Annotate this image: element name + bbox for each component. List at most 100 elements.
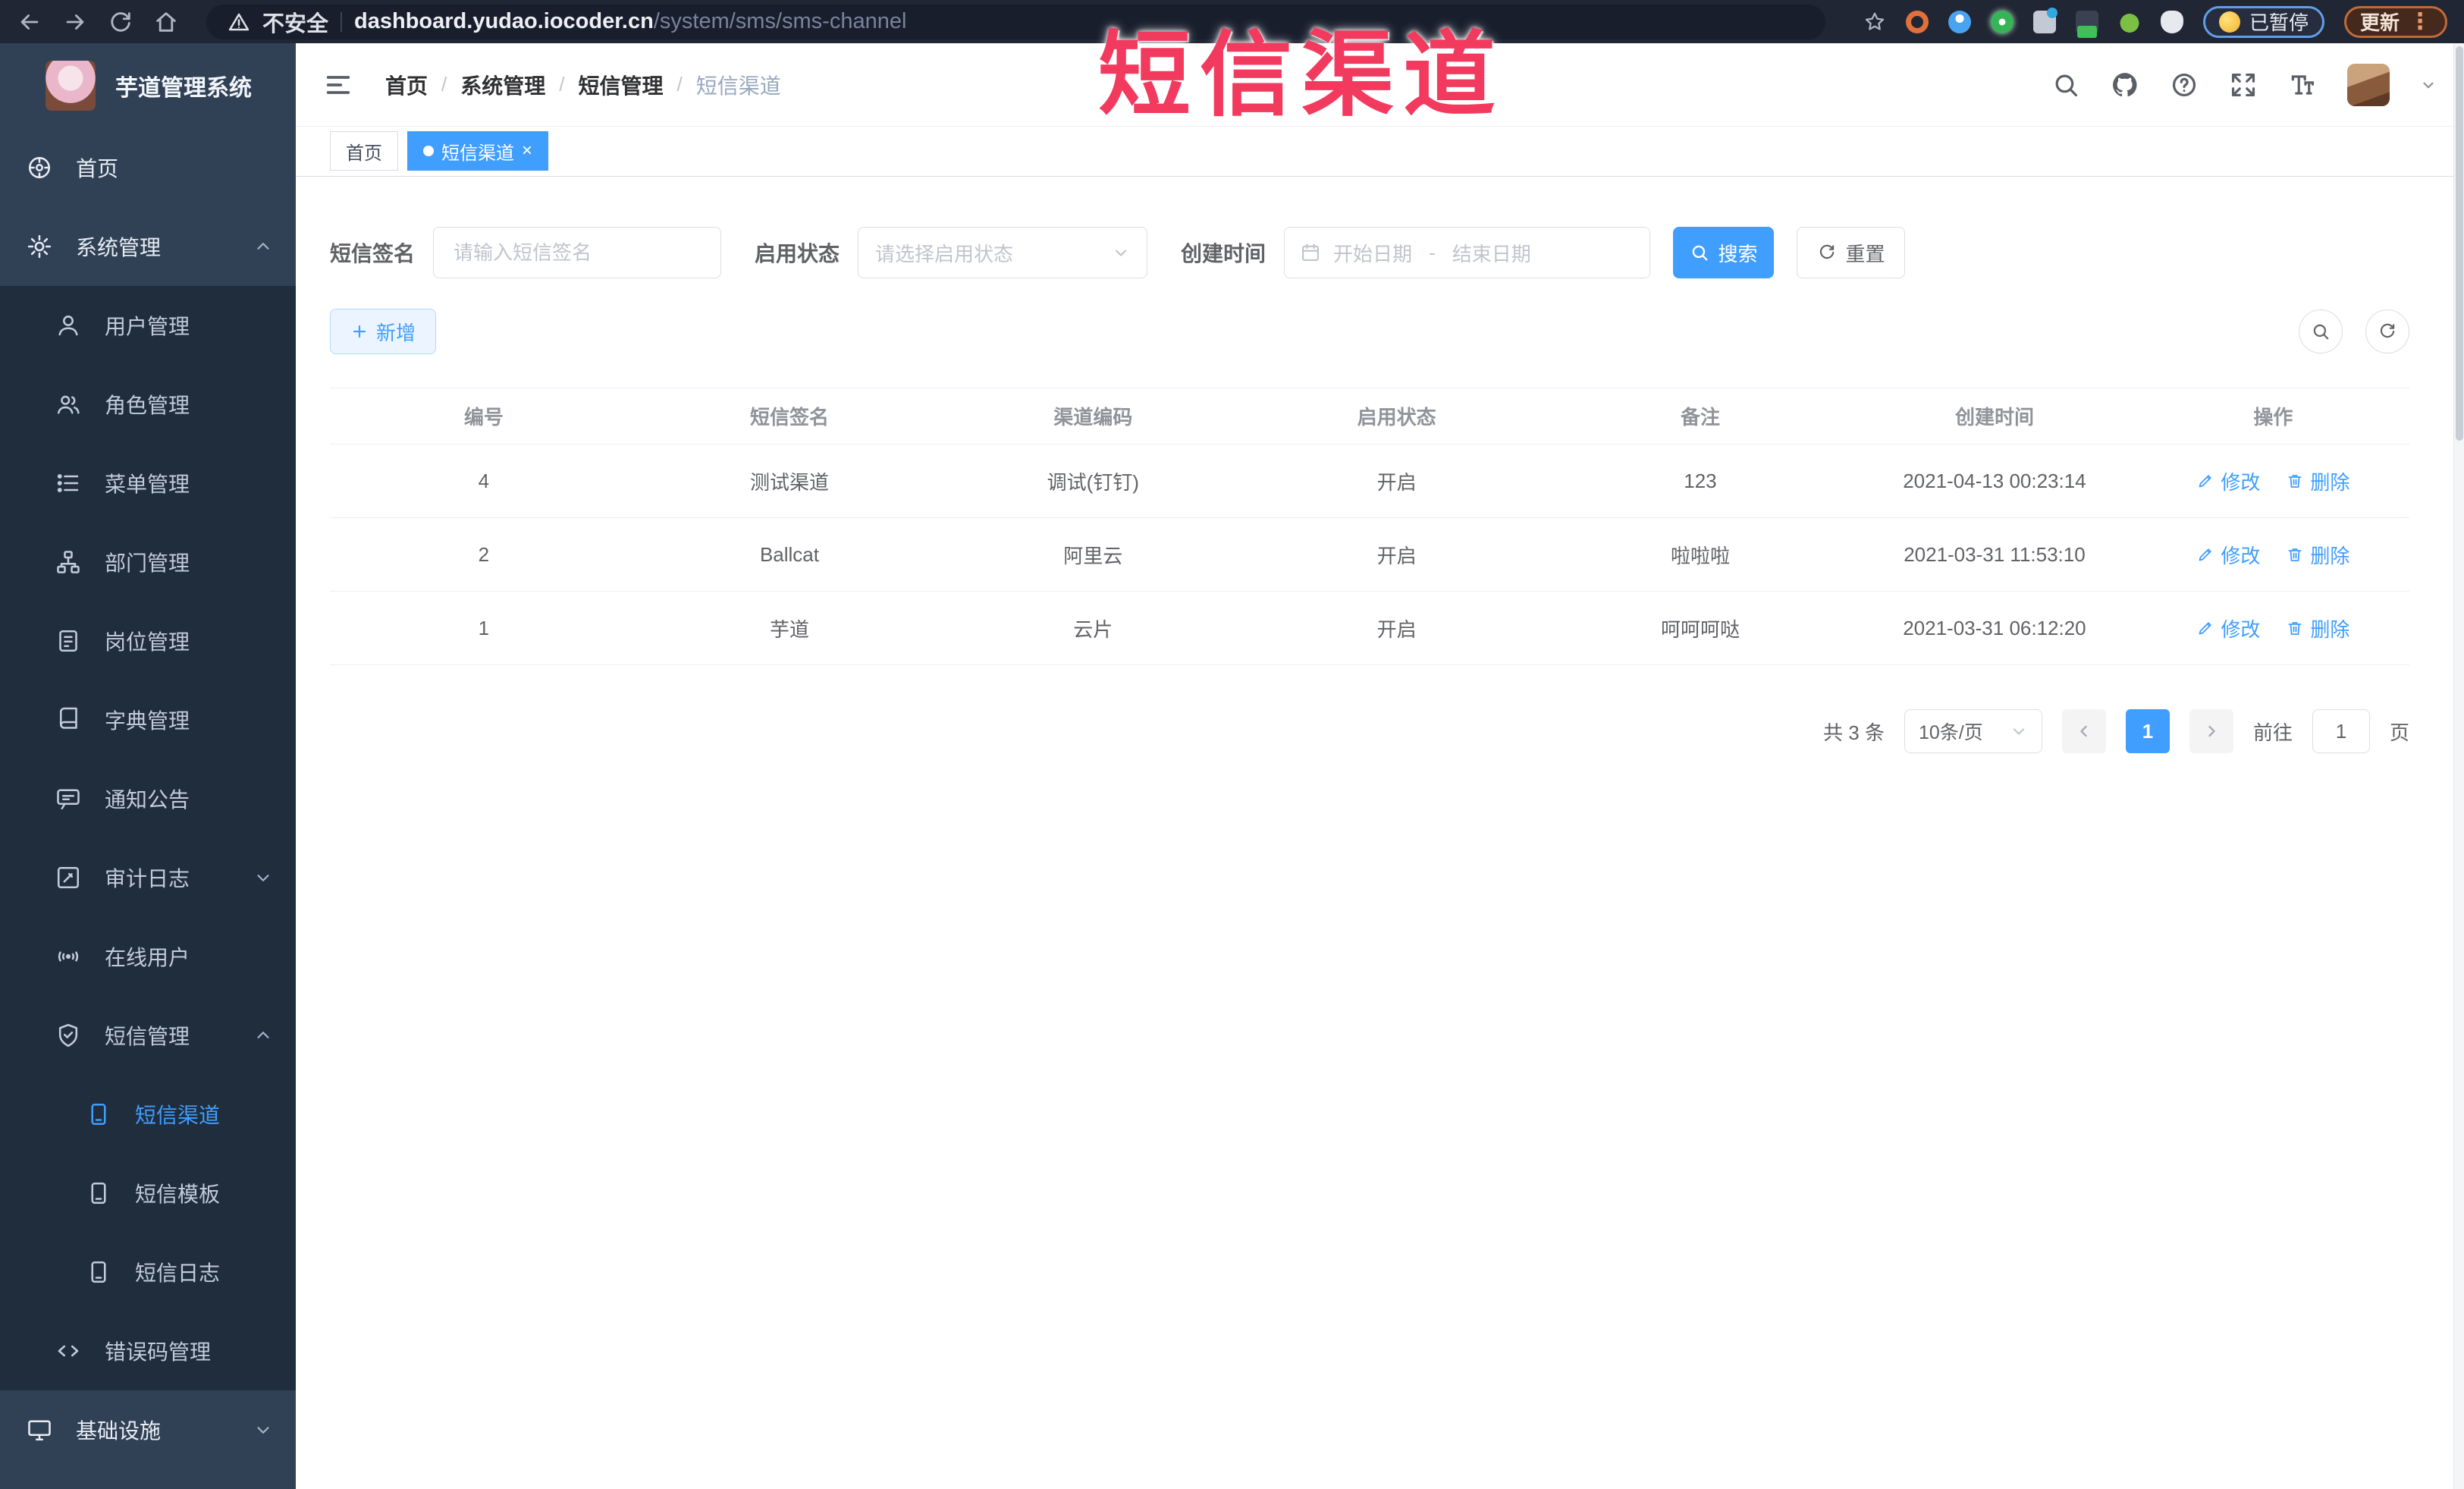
- reload-icon[interactable]: [108, 9, 133, 35]
- breadcrumb-item[interactable]: 系统管理: [460, 70, 545, 100]
- cell-remark: 啦啦啦: [1670, 544, 1730, 567]
- home-icon[interactable]: [153, 9, 179, 35]
- breadcrumb-separator: /: [676, 73, 683, 96]
- table-row[interactable]: 1 芋道 云片 开启 呵呵呵哒 2021-03-31 06:12:20 修改 删…: [330, 592, 2409, 665]
- warning-icon: [228, 13, 250, 30]
- sidebar-toggle-icon[interactable]: [323, 70, 353, 100]
- goto-page-input[interactable]: [2312, 709, 2370, 753]
- sidebar-item-audit-log[interactable]: 审计日志: [0, 838, 296, 917]
- sidebar-item-infrastructure[interactable]: 基础设施: [0, 1390, 296, 1469]
- edit-link[interactable]: 修改: [2196, 614, 2260, 642]
- browser-update-button[interactable]: 更新 ⋮: [2343, 5, 2447, 38]
- sidebar-item-label: 菜单管理: [105, 473, 190, 496]
- sidebar-item-error-code[interactable]: 错误码管理: [0, 1312, 296, 1390]
- extension-icon-green-check[interactable]: [1990, 10, 2014, 33]
- sidebar-item-system[interactable]: 系统管理: [0, 207, 296, 286]
- update-label: 更新: [2359, 11, 2400, 34]
- sidebar-item-sms-channel[interactable]: 短信渠道: [0, 1075, 296, 1154]
- sidebar-item-sms-log[interactable]: 短信日志: [0, 1233, 296, 1312]
- chevron-down-icon[interactable]: [2420, 77, 2437, 93]
- address-bar[interactable]: 不安全 dashboard.yudao.iocoder.cn/system/sm…: [206, 4, 1825, 39]
- sidebar-item-home[interactable]: 首页: [0, 128, 296, 207]
- profile-paused-badge[interactable]: 已暂停: [2202, 5, 2324, 38]
- chevron-down-icon: [1115, 250, 1127, 256]
- page-number-button[interactable]: 1: [2125, 709, 2170, 753]
- sidebar-item-departments[interactable]: 部门管理: [0, 523, 296, 602]
- doc-icon: [91, 1182, 106, 1205]
- cell-id: 4: [478, 469, 490, 492]
- search-button[interactable]: 搜索: [1673, 227, 1775, 278]
- delete-label: 删除: [2310, 544, 2350, 567]
- edit-link[interactable]: 修改: [2196, 541, 2260, 569]
- post-icon: [59, 630, 77, 652]
- help-icon[interactable]: [2170, 71, 2199, 99]
- menu-list-icon: [57, 474, 79, 492]
- sidebar-item-notice[interactable]: 通知公告: [0, 759, 296, 838]
- font-size-icon[interactable]: [2288, 71, 2317, 99]
- breadcrumb-item[interactable]: 短信管理: [579, 70, 664, 100]
- doc-icon: [91, 1103, 106, 1126]
- sidebar-item-online-users[interactable]: 在线用户: [0, 917, 296, 996]
- next-page-button[interactable]: [2189, 709, 2233, 753]
- sign-input[interactable]: [433, 227, 722, 278]
- toggle-search-button[interactable]: [2299, 309, 2343, 353]
- app-logo-row[interactable]: 芋道管理系统: [0, 43, 296, 128]
- avatar[interactable]: [2347, 63, 2390, 106]
- sidebar-item-menus[interactable]: 菜单管理: [0, 444, 296, 523]
- add-button[interactable]: 新增: [330, 309, 436, 354]
- reset-button[interactable]: 重置: [1797, 227, 1906, 278]
- sidebar-item-sms[interactable]: 短信管理: [0, 996, 296, 1075]
- tab-label: 首页: [346, 143, 382, 164]
- filter-form: 短信签名 启用状态 请选择启用状态 创建时间 开始日期 - 结束日期 搜索 重置: [330, 227, 2409, 278]
- search-icon[interactable]: [2051, 71, 2080, 99]
- delete-link[interactable]: 删除: [2286, 541, 2349, 569]
- column-header: 编号: [463, 406, 504, 429]
- tab-sms-channel[interactable]: 短信渠道 ×: [407, 131, 549, 171]
- github-icon[interactable]: [2111, 71, 2139, 99]
- extension-icon-ghost[interactable]: [2160, 10, 2183, 33]
- sidebar-item-sms-template[interactable]: 短信模板: [0, 1154, 296, 1233]
- browser-scrollbar[interactable]: [2453, 43, 2464, 1489]
- fullscreen-icon[interactable]: [2229, 71, 2258, 99]
- sidebar-item-dict[interactable]: 字典管理: [0, 680, 296, 759]
- status-select[interactable]: 请选择启用状态: [858, 227, 1148, 278]
- forward-icon[interactable]: [62, 9, 88, 35]
- sidebar-item-users[interactable]: 用户管理: [0, 286, 296, 365]
- page-size-select[interactable]: 10条/页: [1904, 709, 2042, 753]
- refresh-icon: [2380, 323, 2395, 338]
- sidebar-item-label: 短信管理: [105, 1025, 190, 1048]
- extension-icon-grid[interactable]: [2032, 7, 2058, 33]
- scrollbar-thumb[interactable]: [2456, 46, 2463, 441]
- table-row[interactable]: 2 Ballcat 阿里云 开启 啦啦啦 2021-03-31 11:53:10…: [330, 518, 2409, 592]
- refresh-table-button[interactable]: [2365, 309, 2409, 353]
- table-row[interactable]: 4 测试渠道 调试(钉钉) 开启 123 2021-04-13 00:23:14…: [330, 445, 2409, 518]
- edit-link[interactable]: 修改: [2196, 467, 2260, 495]
- security-label: 不安全: [262, 11, 329, 36]
- extension-icon-orange-ring[interactable]: [1905, 10, 1929, 33]
- close-icon[interactable]: ×: [522, 142, 532, 160]
- prev-page-button[interactable]: [2061, 709, 2106, 753]
- back-icon[interactable]: [17, 9, 42, 35]
- code-icon: [58, 1345, 79, 1357]
- time-label: 创建时间: [1181, 242, 1267, 265]
- breadcrumb-item[interactable]: 首页: [385, 70, 428, 100]
- user-icon: [58, 316, 78, 336]
- tab-home[interactable]: 首页: [330, 131, 398, 171]
- delete-link[interactable]: 删除: [2286, 467, 2349, 495]
- trash-icon: [2288, 622, 2302, 635]
- browser-menu-kebab-icon[interactable]: ⋮: [2409, 10, 2431, 33]
- delete-link[interactable]: 删除: [2286, 614, 2349, 642]
- sidebar-item-label: 错误码管理: [105, 1340, 212, 1364]
- pencil-icon: [2199, 622, 2212, 635]
- extension-icon-blue-pin[interactable]: [1948, 10, 1971, 33]
- sidebar-item-roles[interactable]: 角色管理: [0, 365, 296, 444]
- bookmark-star-icon[interactable]: [1863, 11, 1886, 33]
- extension-icon-sprout[interactable]: [2117, 10, 2141, 33]
- date-range-picker[interactable]: 开始日期 - 结束日期: [1284, 227, 1651, 278]
- trash-icon: [2288, 475, 2302, 488]
- extension-icon-dark[interactable]: [2075, 10, 2098, 38]
- main-content: 短信签名 启用状态 请选择启用状态 创建时间 开始日期 - 结束日期 搜索 重置…: [296, 177, 2453, 1489]
- cell-created: 2021-03-31 11:53:10: [1904, 542, 2086, 566]
- sidebar: 芋道管理系统 首页 系统管理 用户管理 角色管理 菜单管理 部门管理 岗位管理 …: [0, 43, 296, 1489]
- sidebar-item-posts[interactable]: 岗位管理: [0, 602, 296, 680]
